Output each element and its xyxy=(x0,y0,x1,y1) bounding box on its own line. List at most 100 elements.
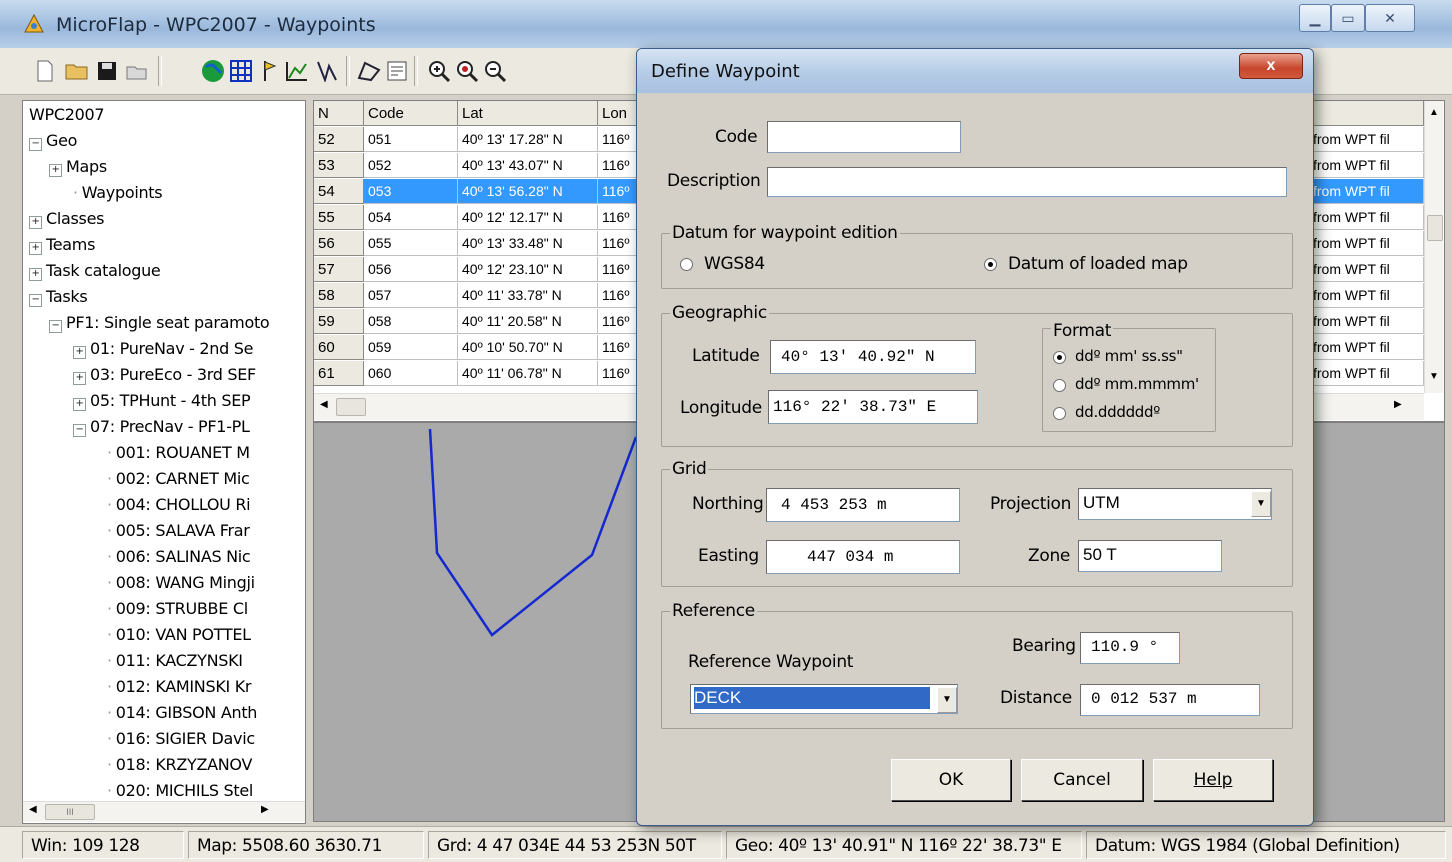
table-cell-n[interactable]: 52 xyxy=(314,127,364,152)
expand-icon[interactable]: + xyxy=(29,268,42,281)
tree-item[interactable]: +01: PureNav - 2nd Se xyxy=(73,337,253,361)
table-vertical-scrollbar[interactable]: ▲ ▼ xyxy=(1424,101,1443,393)
tree-item[interactable]: · 016: SIGIER Davic xyxy=(107,727,255,751)
format-dms-label[interactable]: ddº mm' ss.ss" xyxy=(1075,347,1183,365)
table-cell-desc[interactable]: from WPT fil xyxy=(1309,205,1424,230)
dialog-close-button[interactable]: x xyxy=(1239,53,1303,79)
code-input[interactable] xyxy=(767,121,961,153)
table-cell-desc[interactable]: from WPT fil xyxy=(1309,283,1424,308)
tree-item[interactable]: · 011: KACZYNSKI xyxy=(107,649,243,673)
polygon-button[interactable] xyxy=(356,58,382,84)
datum-loaded-label[interactable]: Datum of loaded map xyxy=(1008,254,1188,274)
ok-button[interactable]: OK xyxy=(891,759,1011,801)
tree-item[interactable]: +03: PureEco - 3rd SEF xyxy=(73,363,256,387)
column-header-code[interactable]: Code xyxy=(364,101,458,126)
zone-input[interactable]: 50 T xyxy=(1078,540,1222,572)
tree-item[interactable]: −07: PrecNav - PF1-PL xyxy=(73,415,250,439)
format-dms-radio[interactable] xyxy=(1053,351,1066,364)
tree-item[interactable]: · 010: VAN POTTEL xyxy=(107,623,251,647)
table-cell-code[interactable]: 056 xyxy=(364,257,458,282)
table-cell-desc[interactable]: from WPT fil xyxy=(1309,127,1424,152)
format-dm-radio[interactable] xyxy=(1053,379,1066,392)
scroll-down-icon[interactable]: ▼ xyxy=(1429,371,1439,382)
tree-item[interactable]: · 014: GIBSON Anth xyxy=(107,701,257,725)
tree-item[interactable]: + Maps xyxy=(49,155,107,179)
table-cell-n[interactable]: 61 xyxy=(314,361,364,386)
table-cell-n[interactable]: 57 xyxy=(314,257,364,282)
window-title-bar[interactable]: MicroFlap - WPC2007 - Waypoints ▁ ▭ ✕ xyxy=(0,0,1452,49)
table-cell-code[interactable]: 059 xyxy=(364,335,458,360)
globe-button[interactable] xyxy=(200,58,226,84)
scroll-right-icon[interactable]: ▶ xyxy=(1394,399,1402,410)
chevron-down-icon[interactable]: ▼ xyxy=(1251,491,1271,517)
tree-item[interactable]: + Teams xyxy=(29,233,95,257)
datum-loaded-radio[interactable] xyxy=(984,258,997,271)
tree-item[interactable]: +05: TPHunt - 4th SEP xyxy=(73,389,251,413)
scroll-right-icon[interactable]: ▶ xyxy=(261,804,269,815)
tree-item[interactable]: + Classes xyxy=(29,207,104,231)
expand-icon[interactable]: + xyxy=(73,346,86,359)
grid-button[interactable] xyxy=(228,58,254,84)
tree-item[interactable]: · Waypoints xyxy=(73,181,163,205)
table-cell-code[interactable]: 054 xyxy=(364,205,458,230)
format-dm-label[interactable]: ddº mm.mmmm' xyxy=(1075,375,1199,393)
table-cell-lat[interactable]: 40º 11' 20.58" N xyxy=(458,309,598,334)
expand-icon[interactable]: + xyxy=(73,398,86,411)
help-button[interactable]: Help xyxy=(1153,759,1273,801)
table-cell-n[interactable]: 60 xyxy=(314,335,364,360)
table-scroll-thumb[interactable] xyxy=(1427,215,1443,241)
close-window-button[interactable]: ✕ xyxy=(1365,4,1415,32)
distance-input[interactable]: 0 012 537 m xyxy=(1080,684,1260,716)
table-cell-n[interactable]: 54 xyxy=(314,179,364,204)
table-cell-desc[interactable]: from WPT fil xyxy=(1309,153,1424,178)
collapse-icon[interactable]: − xyxy=(29,294,42,307)
tree-vertical-scrollbar[interactable]: ▲ ≡ ▼ xyxy=(305,101,306,801)
expand-icon[interactable]: + xyxy=(29,242,42,255)
table-cell-code[interactable]: 058 xyxy=(364,309,458,334)
minimize-button[interactable]: ▁ xyxy=(1299,4,1331,32)
tree-item[interactable]: · 002: CARNET Mic xyxy=(107,467,250,491)
scroll-up-icon[interactable]: ▲ xyxy=(1429,107,1439,118)
export-button[interactable] xyxy=(124,58,150,84)
properties-button[interactable] xyxy=(384,58,410,84)
table-cell-code[interactable]: 060 xyxy=(364,361,458,386)
table-cell-lat[interactable]: 40º 10' 50.70" N xyxy=(458,335,598,360)
table-cell-lat[interactable]: 40º 12' 12.17" N xyxy=(458,205,598,230)
table-cell-code[interactable]: 055 xyxy=(364,231,458,256)
reference-waypoint-select[interactable]: DECK ▼ xyxy=(690,684,958,714)
zoom-in-button[interactable] xyxy=(426,58,452,84)
tree-item[interactable]: − Geo xyxy=(29,129,77,153)
collapse-icon[interactable]: − xyxy=(73,424,86,437)
tree-item[interactable]: − Tasks xyxy=(29,285,88,309)
table-cell-code[interactable]: 053 xyxy=(364,179,458,204)
tree-item[interactable]: · 001: ROUANET M xyxy=(107,441,250,465)
table-cell-code[interactable]: 051 xyxy=(364,127,458,152)
column-header-description[interactable] xyxy=(1309,101,1424,126)
open-folder-button[interactable] xyxy=(64,58,90,84)
collapse-icon[interactable]: − xyxy=(29,138,42,151)
collapse-icon[interactable]: − xyxy=(49,320,62,333)
column-header-n[interactable]: N xyxy=(314,101,364,126)
table-cell-desc[interactable]: from WPT fil xyxy=(1309,361,1424,386)
project-tree[interactable]: WPC2007− Geo + Maps · Waypoints + Classes + Teams… xyxy=(22,100,306,824)
format-dd-radio[interactable] xyxy=(1053,407,1066,420)
table-cell-desc[interactable]: from WPT fil xyxy=(1309,257,1424,282)
datum-wgs84-radio[interactable] xyxy=(680,258,693,271)
tree-item[interactable]: · 005: SALAVA Frar xyxy=(107,519,250,543)
easting-input[interactable]: 447 034 m xyxy=(766,540,960,574)
description-input[interactable] xyxy=(767,167,1287,197)
table-cell-lat[interactable]: 40º 13' 43.07" N xyxy=(458,153,598,178)
tree-item[interactable]: + Task catalogue xyxy=(29,259,161,283)
flag-button[interactable] xyxy=(256,58,282,84)
column-header-lat[interactable]: Lat xyxy=(458,101,598,126)
tree-item[interactable]: WPC2007 xyxy=(29,103,105,127)
table-cell-lat[interactable]: 40º 13' 56.28" N xyxy=(458,179,598,204)
new-file-button[interactable] xyxy=(32,58,58,84)
chevron-down-icon[interactable]: ▼ xyxy=(937,687,957,713)
tree-item[interactable]: · 004: CHOLLOU Ri xyxy=(107,493,251,517)
tree-item[interactable]: · 020: MICHILS Stel xyxy=(107,779,253,803)
table-cell-n[interactable]: 58 xyxy=(314,283,364,308)
table-cell-desc[interactable]: from WPT fil xyxy=(1309,231,1424,256)
table-cell-lat[interactable]: 40º 13' 33.48" N xyxy=(458,231,598,256)
table-cell-lat[interactable]: 40º 13' 17.28" N xyxy=(458,127,598,152)
